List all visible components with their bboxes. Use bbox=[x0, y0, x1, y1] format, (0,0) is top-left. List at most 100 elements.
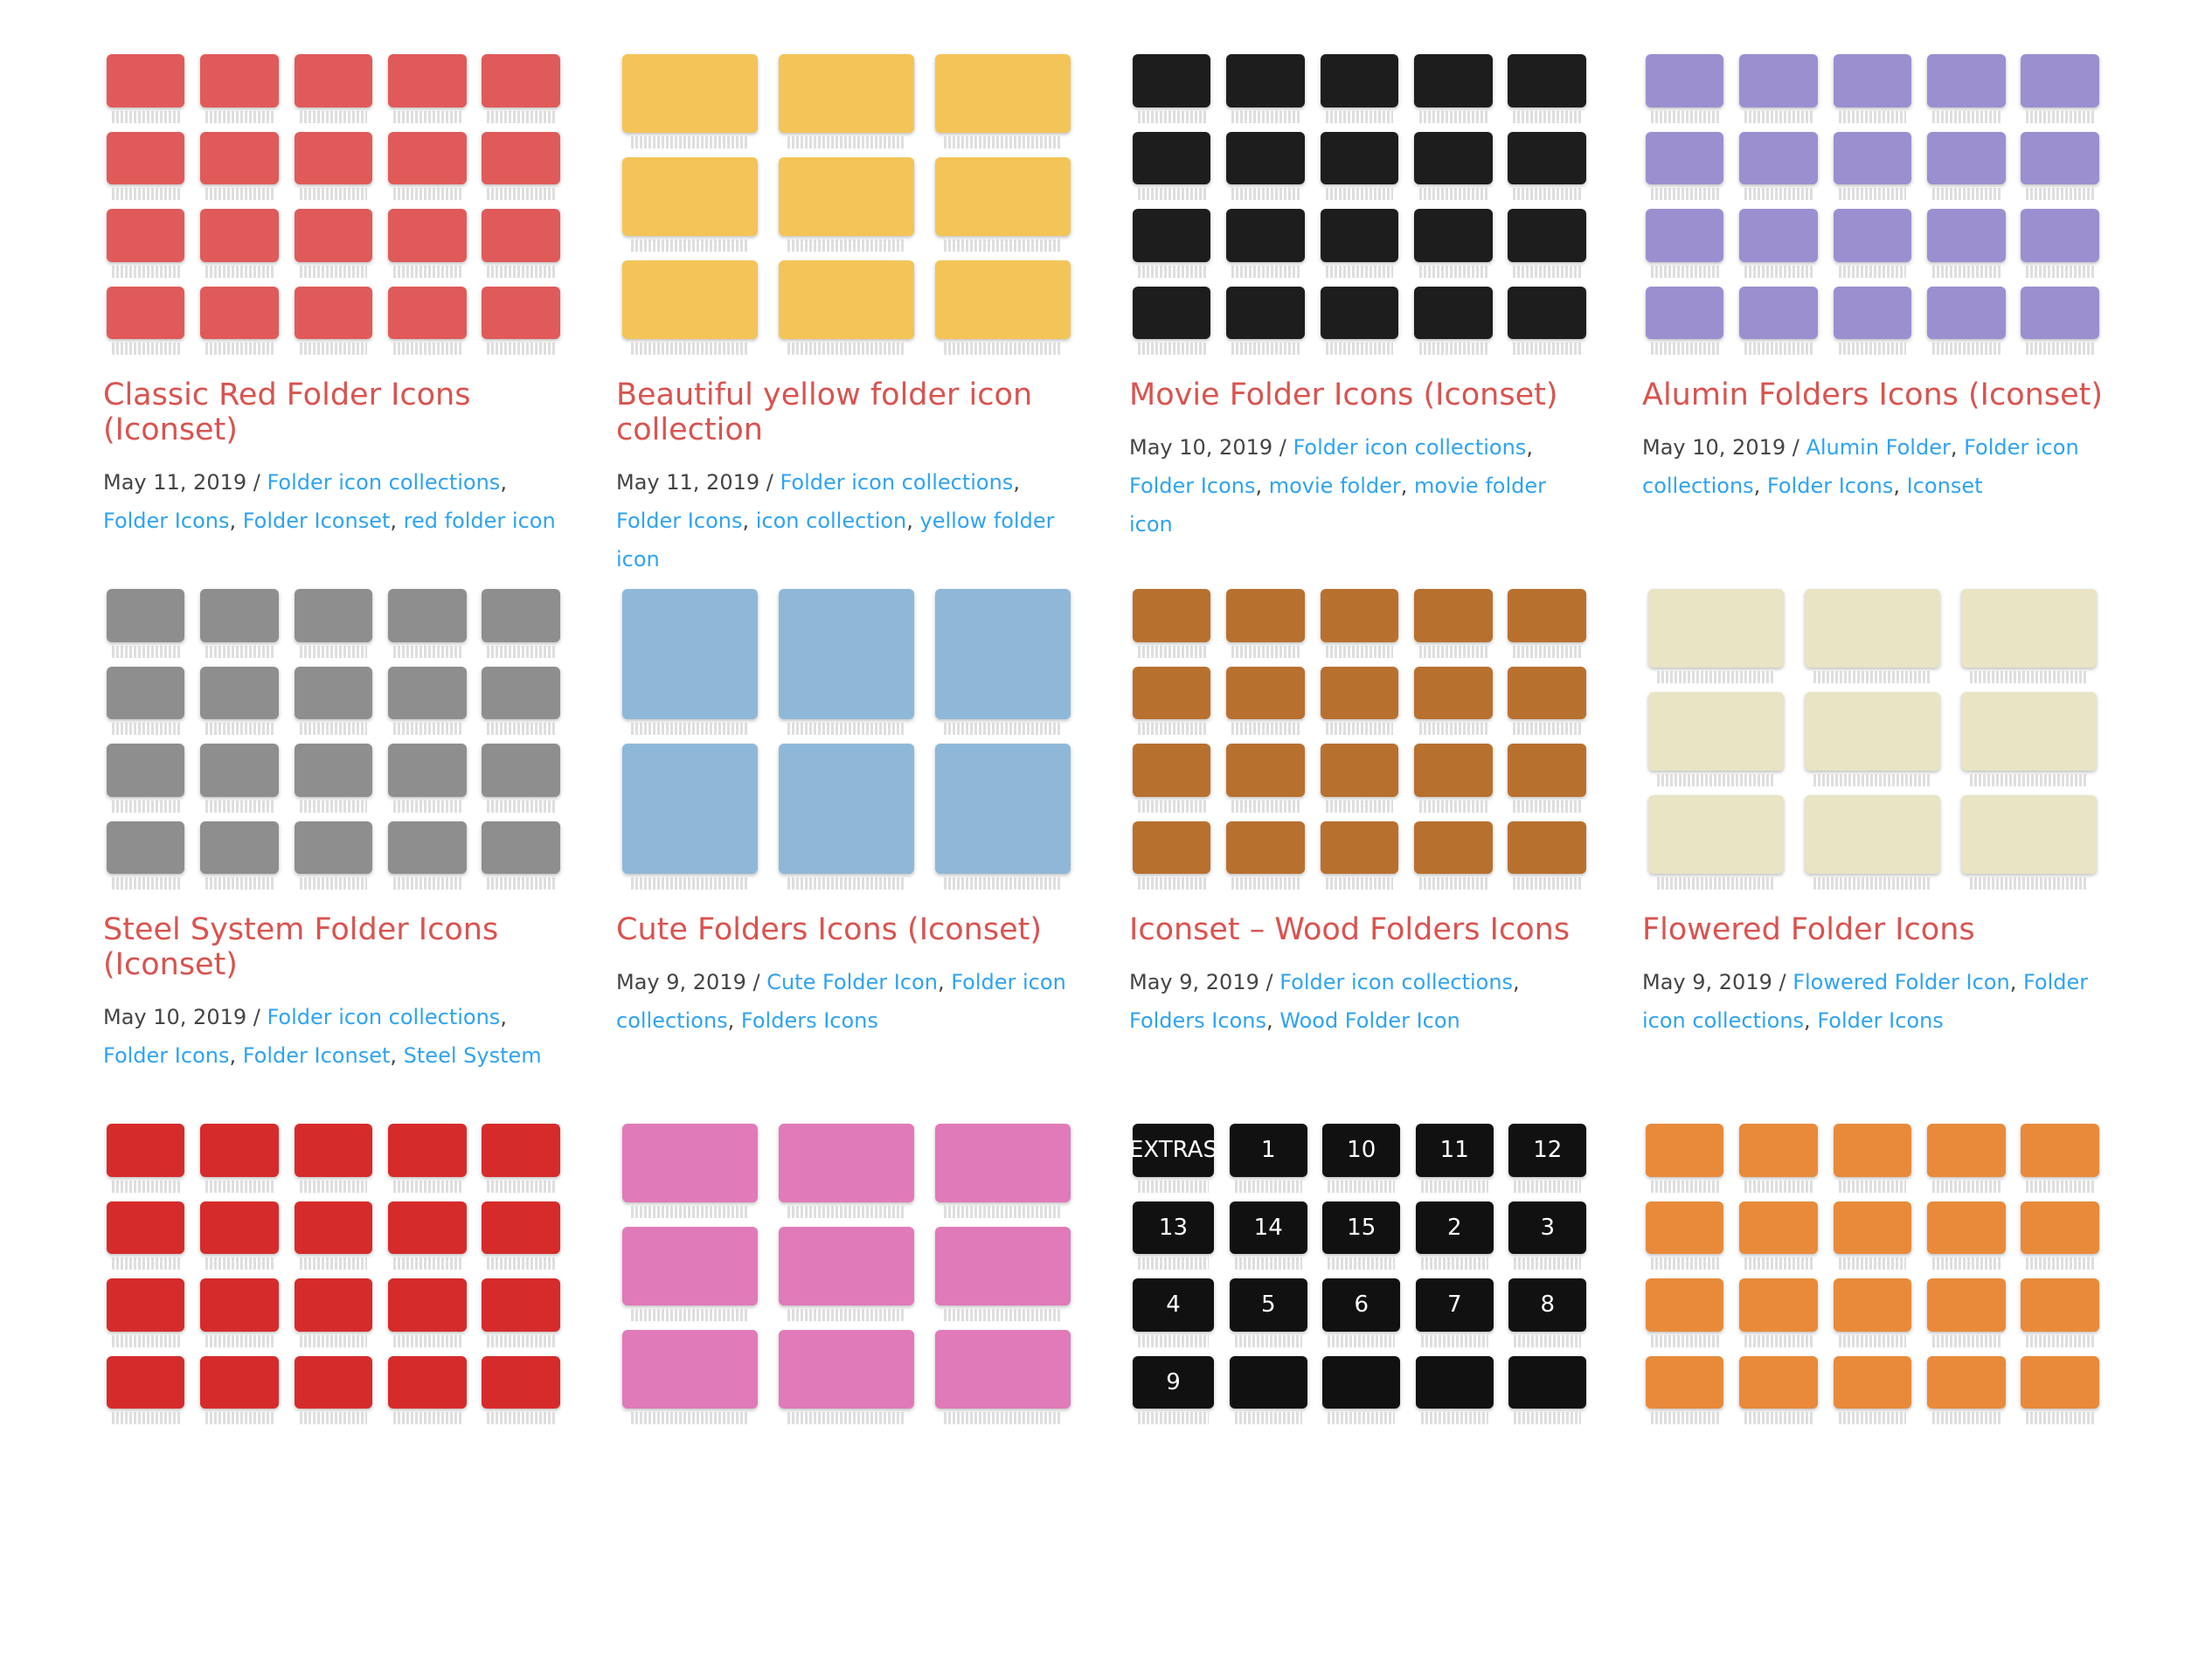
post-title-link[interactable]: Cute Folders Icons (Iconset) bbox=[616, 912, 1077, 947]
folder-icon bbox=[1320, 744, 1399, 797]
post-thumbnail[interactable] bbox=[1642, 1120, 2103, 1428]
icon-caption bbox=[1231, 188, 1300, 200]
post-thumbnail[interactable] bbox=[616, 51, 1077, 358]
folder-icon bbox=[2021, 1124, 2100, 1177]
folder-icon bbox=[934, 589, 1071, 719]
category-link[interactable]: Folder icon collections bbox=[780, 470, 1013, 495]
folder-icon-tile bbox=[103, 1355, 188, 1424]
category-link[interactable]: Iconset bbox=[1907, 474, 1983, 498]
folder-icon bbox=[482, 1124, 561, 1177]
category-link[interactable]: Folder icon collections bbox=[267, 470, 500, 495]
category-link[interactable]: Flowered Folder Icon bbox=[1792, 970, 2009, 994]
post-thumbnail[interactable] bbox=[1129, 585, 1590, 893]
folder-icon-tile bbox=[1505, 286, 1590, 355]
category-link[interactable]: Folder Icons bbox=[1767, 474, 1893, 498]
category-link[interactable]: icon collection bbox=[756, 509, 907, 533]
post-title-link[interactable]: Movie Folder Icons (Iconset) bbox=[1129, 377, 1590, 412]
folder-icon bbox=[1739, 54, 1818, 107]
folder-icon bbox=[482, 54, 561, 107]
folder-icon bbox=[106, 589, 185, 642]
category-link[interactable]: Folder Iconset bbox=[243, 1043, 391, 1068]
folder-icon bbox=[1508, 1355, 1587, 1409]
folder-icon-tile bbox=[616, 54, 764, 149]
post-title-link[interactable]: Classic Red Folder Icons (Iconset) bbox=[103, 377, 564, 447]
post-thumbnail[interactable] bbox=[103, 1120, 564, 1428]
folder-icon-tile bbox=[1736, 286, 1820, 355]
icon-caption bbox=[392, 1334, 461, 1347]
folder-icon bbox=[1647, 795, 1785, 874]
icon-caption bbox=[1137, 265, 1206, 278]
icon-caption bbox=[487, 645, 556, 658]
icon-caption bbox=[1744, 265, 1813, 278]
post-thumbnail[interactable] bbox=[1642, 51, 2103, 358]
icon-caption bbox=[1744, 343, 1813, 355]
post-title-link[interactable]: Beautiful yellow folder icon collection bbox=[616, 377, 1077, 447]
category-link[interactable]: Wood Folder Icon bbox=[1279, 1008, 1460, 1033]
category-link[interactable]: Folder Icons bbox=[1817, 1008, 1943, 1033]
category-link[interactable]: Folder Icons bbox=[103, 509, 229, 533]
folder-icon-tile bbox=[1223, 666, 1307, 735]
folder-icon-tile bbox=[1317, 589, 1402, 658]
post-title-link[interactable]: Alumin Folders Icons (Iconset) bbox=[1642, 377, 2103, 412]
post-title-link[interactable]: Iconset – Wood Folders Icons bbox=[1129, 912, 1590, 947]
folder-icon-tile bbox=[1924, 209, 2008, 278]
icon-caption bbox=[205, 800, 274, 813]
category-link[interactable]: Folder Icons bbox=[616, 509, 742, 533]
post-thumbnail[interactable] bbox=[1129, 51, 1590, 358]
post-thumbnail[interactable]: EXTRAS 1 10 11 12 13 14 15 2 3 4 5 6 7 8 9 bbox=[1129, 1120, 1590, 1428]
folder-icon-tile bbox=[479, 209, 564, 278]
icon-caption bbox=[299, 1334, 368, 1347]
category-link[interactable]: Folder icon collections bbox=[1279, 970, 1513, 994]
category-link[interactable]: red folder icon bbox=[404, 509, 556, 533]
folder-icon-tile bbox=[929, 54, 1077, 149]
folder-icon-tile bbox=[1799, 692, 1946, 786]
post-title-link[interactable]: Steel System Folder Icons (Iconset) bbox=[103, 912, 564, 982]
folder-icon bbox=[200, 666, 279, 719]
folder-icon bbox=[2021, 1355, 2100, 1409]
folder-icon-tile bbox=[291, 1124, 376, 1193]
category-link[interactable]: movie folder bbox=[1269, 474, 1401, 498]
icon-caption bbox=[1744, 1180, 1813, 1193]
category-link[interactable]: Folder icon collections bbox=[1293, 435, 1526, 460]
folder-icon bbox=[1739, 209, 1818, 262]
category-link[interactable]: Cute Folder Icon bbox=[766, 970, 938, 994]
icon-caption bbox=[111, 877, 180, 890]
icon-caption bbox=[943, 239, 1063, 252]
post-thumbnail[interactable] bbox=[1642, 585, 2103, 893]
post-thumbnail[interactable] bbox=[103, 585, 564, 893]
folder-icon-tile bbox=[616, 1227, 764, 1321]
folder-icon bbox=[934, 157, 1071, 236]
category-link[interactable]: Folder Icons bbox=[103, 1043, 229, 1068]
icon-caption bbox=[1969, 877, 2089, 890]
icon-caption bbox=[943, 1206, 1063, 1218]
icon-caption bbox=[111, 110, 180, 123]
category-link[interactable]: Steel System bbox=[404, 1043, 542, 1068]
post-thumbnail[interactable] bbox=[103, 51, 564, 358]
folder-icon bbox=[934, 54, 1071, 133]
category-link[interactable]: Folder Icons bbox=[1129, 474, 1255, 498]
folder-icon bbox=[1647, 589, 1785, 668]
folder-icon-tile bbox=[103, 209, 188, 278]
folder-icon bbox=[200, 744, 279, 797]
folder-icon-tile bbox=[1736, 1124, 1820, 1193]
folder-icon-tile: 13 bbox=[1129, 1201, 1217, 1270]
icon-caption bbox=[1231, 723, 1300, 735]
category-link[interactable]: Folders Icons bbox=[741, 1008, 878, 1033]
folder-icon bbox=[1414, 286, 1493, 339]
folder-icon-tile bbox=[1642, 589, 1790, 683]
post-thumbnail[interactable] bbox=[616, 1120, 1077, 1428]
category-link[interactable]: Folder Iconset bbox=[243, 509, 391, 533]
folder-icon bbox=[106, 1201, 185, 1254]
folder-icon-tile bbox=[1129, 589, 1214, 658]
post-meta: May 9, 2019 / Folder icon collections, F… bbox=[1129, 970, 1520, 1033]
folder-icon bbox=[482, 589, 561, 642]
category-link[interactable]: Folders Icons bbox=[1129, 1008, 1266, 1033]
post-thumbnail[interactable] bbox=[616, 585, 1077, 893]
folder-icon-tile bbox=[1411, 821, 1495, 890]
category-link[interactable]: Folder icon collections bbox=[267, 1005, 500, 1029]
icon-caption bbox=[111, 1257, 180, 1270]
folder-icon bbox=[294, 821, 373, 874]
category-link[interactable]: Alumin Folder bbox=[1806, 435, 1950, 460]
folder-icon bbox=[621, 157, 759, 236]
post-title-link[interactable]: Flowered Folder Icons bbox=[1642, 912, 2103, 947]
